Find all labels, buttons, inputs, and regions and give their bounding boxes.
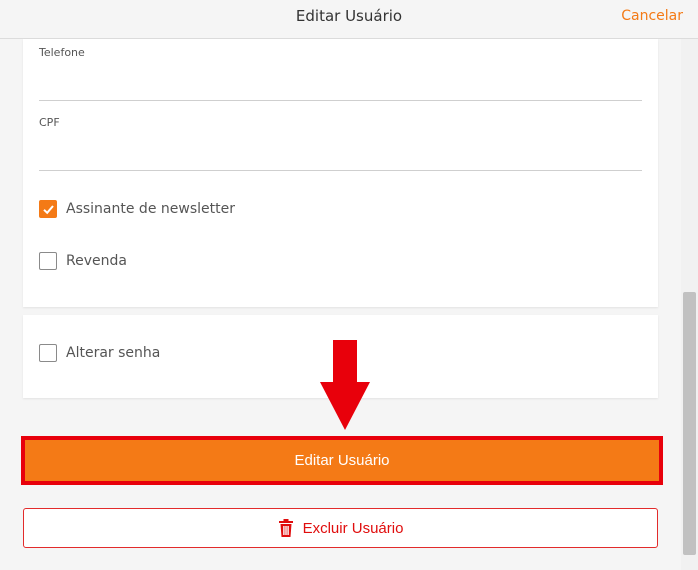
newsletter-checkbox[interactable] xyxy=(39,200,57,218)
delete-user-button[interactable]: Excluir Usuário xyxy=(23,508,658,548)
newsletter-label: Assinante de newsletter xyxy=(66,201,235,217)
scrollbar-thumb[interactable] xyxy=(683,292,696,555)
reseller-checkbox-row[interactable]: Revenda xyxy=(39,252,127,270)
edit-user-button-label: Editar Usuário xyxy=(294,452,390,469)
change-password-label: Alterar senha xyxy=(66,345,161,361)
modal-header: Editar Usuário Cancelar xyxy=(0,0,698,39)
reseller-checkbox[interactable] xyxy=(39,252,57,270)
edit-user-button[interactable]: Editar Usuário xyxy=(21,436,663,485)
check-icon xyxy=(42,204,54,214)
phone-label: Telefone xyxy=(39,46,85,59)
cpf-label: CPF xyxy=(39,116,60,129)
page-title: Editar Usuário xyxy=(295,7,403,25)
arrow-down-icon xyxy=(320,340,370,430)
phone-input[interactable] xyxy=(39,75,642,101)
trash-icon xyxy=(278,519,294,537)
cpf-input[interactable] xyxy=(39,145,642,171)
delete-user-button-label: Excluir Usuário xyxy=(302,519,404,537)
user-details-card: Telefone CPF Assinante de newsletter Rev… xyxy=(23,39,658,307)
reseller-label: Revenda xyxy=(66,253,127,269)
newsletter-checkbox-row[interactable]: Assinante de newsletter xyxy=(39,200,235,218)
cancel-button[interactable]: Cancelar xyxy=(621,8,683,24)
change-password-checkbox-row[interactable]: Alterar senha xyxy=(39,344,160,362)
change-password-checkbox[interactable] xyxy=(39,344,57,362)
